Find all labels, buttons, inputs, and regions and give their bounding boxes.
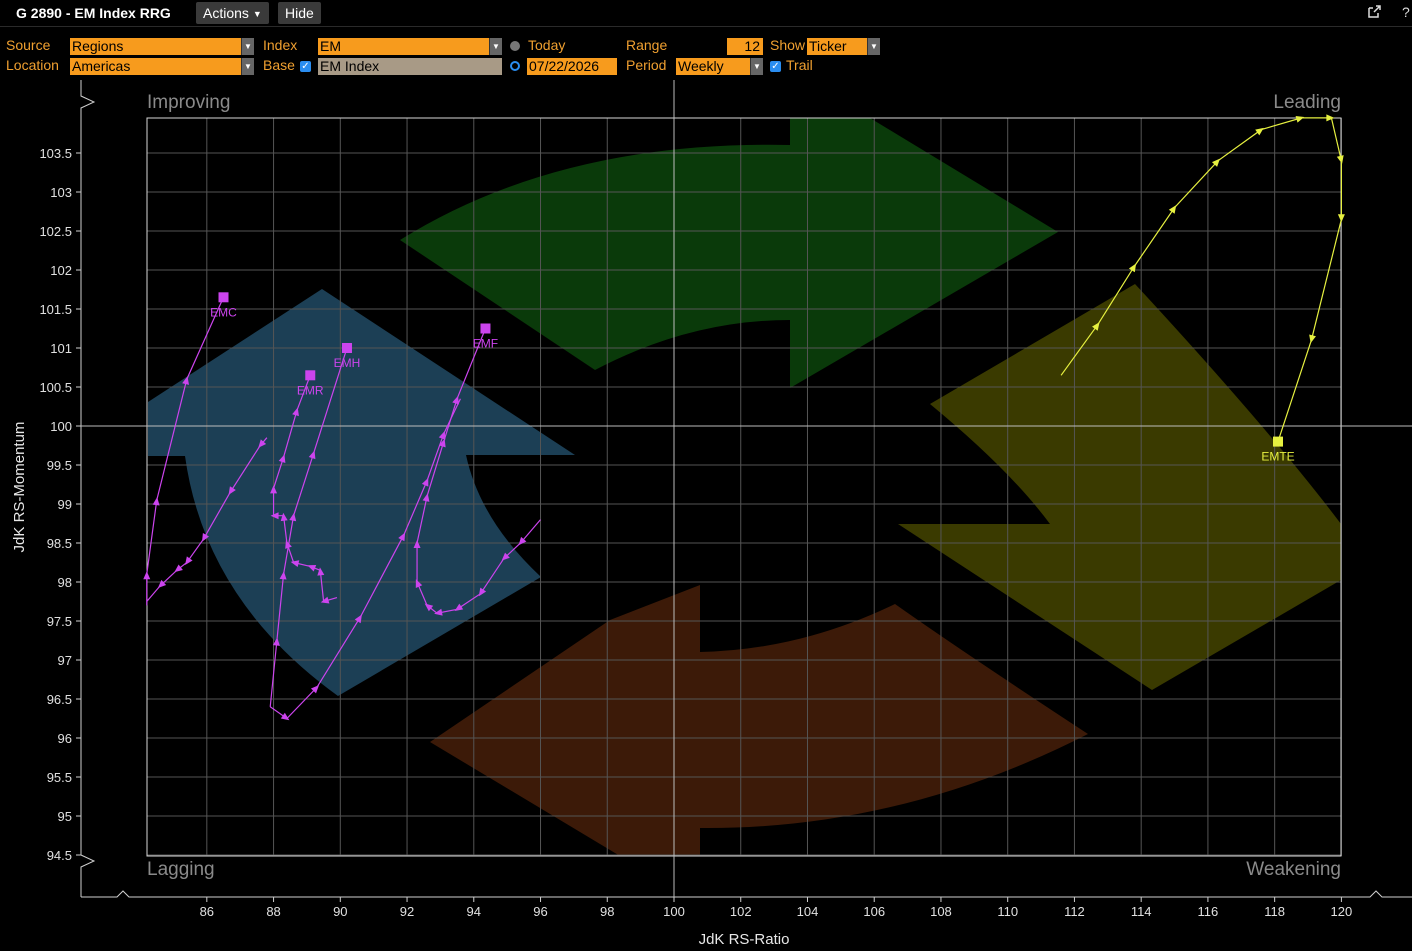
trail-point xyxy=(280,712,290,721)
x-tick-label: 114 xyxy=(1131,904,1152,919)
trail-head-marker[interactable] xyxy=(218,292,229,303)
x-axis-line xyxy=(81,890,1412,898)
y-tick-label: 102.5 xyxy=(39,224,72,239)
quadrant-label-improving: Improving xyxy=(147,92,230,113)
y-tick-label: 96.5 xyxy=(47,692,72,707)
trail-point xyxy=(1309,334,1316,344)
trail-head-marker[interactable] xyxy=(341,343,352,353)
y-axis-line xyxy=(80,80,96,897)
y-tick-label: 97 xyxy=(58,653,72,668)
x-axis-title: JdK RS-Ratio xyxy=(699,931,790,948)
quadrant-label-lagging: Lagging xyxy=(147,859,215,880)
y-tick-label: 101.5 xyxy=(39,302,72,317)
x-tick-label: 94 xyxy=(467,904,481,919)
y-axis-title: JdK RS-Momentum xyxy=(11,422,28,553)
y-tick-label: 103 xyxy=(50,185,72,200)
trail-head-marker[interactable] xyxy=(305,370,316,381)
y-tick-label: 100.5 xyxy=(39,380,72,395)
x-axis-ticks: 86 88 90 92 94 96 98 100 102 104 106 108 110 112 114 11… xyxy=(200,897,1353,919)
y-tick-label: 100 xyxy=(50,419,72,434)
trail-point xyxy=(143,571,151,580)
x-tick-label: 118 xyxy=(1264,904,1285,919)
ticker-label: EMF xyxy=(473,337,498,351)
rotation-arrows xyxy=(148,118,1341,856)
trail-point xyxy=(1337,214,1345,223)
x-tick-label: 106 xyxy=(863,904,885,919)
y-tick-label: 98.5 xyxy=(47,536,72,551)
trail-head-marker[interactable] xyxy=(1272,436,1283,447)
y-tick-label: 101 xyxy=(50,341,72,356)
trail-head-marker[interactable] xyxy=(480,323,491,334)
y-tick-label: 95.5 xyxy=(47,770,72,785)
y-tick-label: 94.5 xyxy=(47,848,72,863)
y-tick-label: 96 xyxy=(58,731,72,746)
x-tick-label: 98 xyxy=(600,904,614,919)
x-tick-label: 86 xyxy=(200,904,214,919)
ticker-label: EMH xyxy=(334,356,361,370)
y-tick-label: 95 xyxy=(58,809,72,824)
ticker-label: EMC xyxy=(210,305,237,319)
x-tick-label: 88 xyxy=(266,904,280,919)
y-tick-label: 99 xyxy=(58,497,72,512)
y-tick-label: 102 xyxy=(50,263,72,278)
quadrant-label-weakening: Weakening xyxy=(1246,859,1341,880)
y-tick-label: 99.5 xyxy=(47,458,72,473)
ticker-label: EMTE xyxy=(1261,450,1294,464)
x-tick-label: 110 xyxy=(997,904,1018,919)
lagging-arrow xyxy=(430,585,1088,856)
quadrant-label-leading: Leading xyxy=(1273,92,1341,113)
trail-point xyxy=(1128,263,1137,273)
x-tick-label: 100 xyxy=(663,904,685,919)
trail-point xyxy=(1255,127,1264,136)
y-tick-label: 98 xyxy=(58,575,72,590)
x-tick-label: 120 xyxy=(1331,904,1353,919)
x-tick-label: 104 xyxy=(797,904,819,919)
x-tick-label: 102 xyxy=(730,904,752,919)
improving-arrow xyxy=(148,289,575,696)
x-tick-label: 90 xyxy=(333,904,347,919)
rrg-chart: 94.5 95 95.5 96 96.5 97 97.5 98 98.5 99 99.5 100 100… xyxy=(11,80,1412,948)
x-tick-label: 96 xyxy=(533,904,547,919)
x-tick-label: 108 xyxy=(930,904,952,919)
trail-point xyxy=(1326,114,1335,122)
x-tick-label: 112 xyxy=(1064,904,1085,919)
y-tick-label: 97.5 xyxy=(47,614,72,629)
ticker-label: EMR xyxy=(297,383,324,397)
x-tick-label: 116 xyxy=(1198,904,1219,919)
y-axis-ticks: 94.5 95 95.5 96 96.5 97 97.5 98 98.5 99 99.5 100 100… xyxy=(39,146,81,863)
x-tick-label: 92 xyxy=(400,904,414,919)
y-tick-label: 103.5 xyxy=(39,146,72,161)
